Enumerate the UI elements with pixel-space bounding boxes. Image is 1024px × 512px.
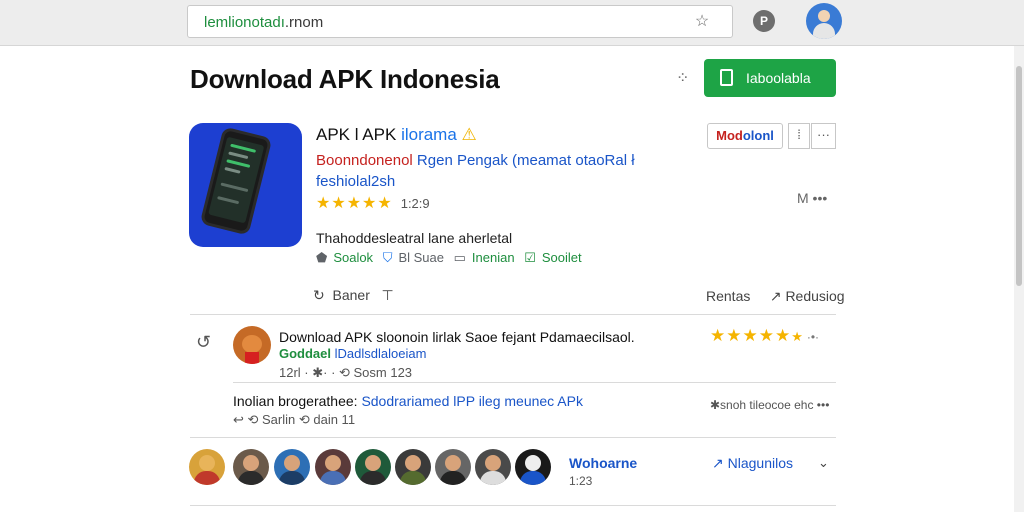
users-label[interactable]: Wohoarne: [569, 455, 637, 471]
user-avatar-9[interactable]: [515, 449, 551, 485]
developer-info: Boonndonenol Rgen Pengak (meamat otaoRal…: [316, 150, 635, 192]
url-tld: .rnom: [284, 14, 324, 31]
rentas-link[interactable]: Rentas: [706, 288, 750, 304]
verified-badge-icon: ⚠: [461, 125, 477, 144]
app-rating: ★★★★★ 1:2:9: [316, 193, 430, 213]
tag-chip-2[interactable]: Bl Suae: [398, 250, 444, 265]
download-icon: [720, 69, 733, 86]
developer-line2: feshiolal2sh: [316, 173, 396, 190]
browser-toolbar: lemlionotadı.rnom ☆ P: [0, 0, 1024, 46]
install-button[interactable]: Iaboolabla: [704, 59, 836, 97]
review-title: Download APK sloonoin lirlak Saoe fejant…: [279, 329, 635, 345]
navigate-icon: ↗: [712, 455, 724, 471]
app-name-tag: ilorama: [401, 125, 457, 144]
review-meta: 12rl · ✱· · ⟲ Sosm 123: [279, 365, 413, 380]
flag-icon[interactable]: ⊤: [382, 287, 394, 303]
comment-icon: ▭: [453, 250, 466, 265]
user-avatar-2[interactable]: [233, 449, 269, 485]
refresh-icon[interactable]: ↻: [313, 287, 325, 303]
tag-chip-1[interactable]: Soalok: [333, 250, 373, 265]
profile-avatar[interactable]: [806, 3, 842, 39]
reviewer-name[interactable]: Goddael lDadlsdlaloeiam: [279, 346, 426, 361]
more-options-icon[interactable]: ···: [811, 123, 836, 149]
app-actions-right: Rentas ↗ Redusiog: [706, 288, 845, 305]
banner-link[interactable]: Baner: [333, 287, 370, 303]
review-divider: [233, 382, 836, 383]
section-divider: [190, 314, 836, 315]
shield-icon: ⬟: [316, 250, 328, 265]
user-avatar-6[interactable]: [395, 449, 431, 485]
page-title: Download APK Indonesia: [190, 64, 500, 94]
bookmark-star-icon[interactable]: ☆: [692, 12, 712, 32]
reply-meta: ↩ ⟲ Sarlin ⟲ dain 11: [233, 412, 356, 427]
review-rating: ★★★★★★ ·•·: [710, 326, 819, 346]
tag-chip-4[interactable]: Sooilet: [542, 250, 582, 265]
section-divider-2: [190, 437, 836, 438]
chevron-down-icon[interactable]: ⌄: [818, 455, 829, 471]
user-avatar-3[interactable]: [274, 449, 310, 485]
divider-button[interactable]: ⁞: [788, 123, 810, 149]
app-icon: [189, 123, 302, 247]
app-tags: ⬟ Soalok ⛉ Bl Suae ▭ Inenian ☑ Sooilet: [316, 250, 588, 266]
review-stars: ★★★★★: [710, 326, 792, 345]
share-link[interactable]: Redusiog: [785, 288, 844, 304]
url-domain: lemlionotadı: [204, 14, 285, 31]
user-avatar-5[interactable]: [355, 449, 391, 485]
users-count: 1:23: [569, 474, 593, 488]
security-icon: ⛉: [382, 250, 393, 265]
app-actions-left: ↻ Baner ⊤: [313, 287, 394, 304]
user-avatar-1[interactable]: [189, 449, 225, 485]
tag-chip-3[interactable]: Inenian: [472, 250, 515, 265]
url-text: lemlionotadı.rnom: [204, 14, 323, 31]
reply-text: Inolian brogerathee: Sdodrariamed lPP il…: [233, 393, 583, 409]
user-avatar-8[interactable]: [475, 449, 511, 485]
developer-name[interactable]: Boonndonenol: [316, 152, 413, 169]
rating-count: 1:2:9: [400, 196, 430, 211]
address-bar[interactable]: lemlionotadı.rnom ☆: [187, 5, 733, 38]
extension-icon[interactable]: P: [753, 10, 775, 32]
review-star-empty: ★: [791, 329, 803, 344]
rating-stars: ★★★★★: [316, 195, 393, 212]
reply-icon[interactable]: ↺: [196, 332, 211, 353]
share-arrow-icon[interactable]: ↗: [770, 288, 782, 304]
app-name-main: APK l APK: [316, 125, 397, 144]
scrollbar-thumb[interactable]: [1016, 66, 1022, 286]
install-button-label: Iaboolabla: [746, 70, 811, 86]
section-divider-3: [190, 505, 836, 506]
share-icon[interactable]: ⁘: [676, 68, 689, 88]
app-description: Thahoddesleatral lane aherletal: [316, 230, 513, 246]
user-avatar-4[interactable]: [315, 449, 351, 485]
app-name: APK l APK ilorama ⚠: [316, 125, 477, 145]
checkbox-icon: ☑: [524, 250, 536, 265]
reply-actions[interactable]: ✱snoh tileocoe ehc •••: [710, 398, 829, 412]
phone-illustration: [199, 126, 273, 236]
review-more[interactable]: ·•·: [807, 330, 819, 344]
more-menu[interactable]: M •••: [797, 190, 827, 206]
reviewer-avatar[interactable]: [233, 326, 271, 364]
navigation-link[interactable]: ↗ Nlagunilos: [712, 455, 793, 472]
developer-subtitle: Rgen Pengak (meamat otaoRal ł: [412, 152, 635, 169]
mod-button[interactable]: Modolonl: [707, 123, 783, 149]
user-avatar-7[interactable]: [435, 449, 471, 485]
page-scrollbar[interactable]: [1014, 46, 1024, 512]
